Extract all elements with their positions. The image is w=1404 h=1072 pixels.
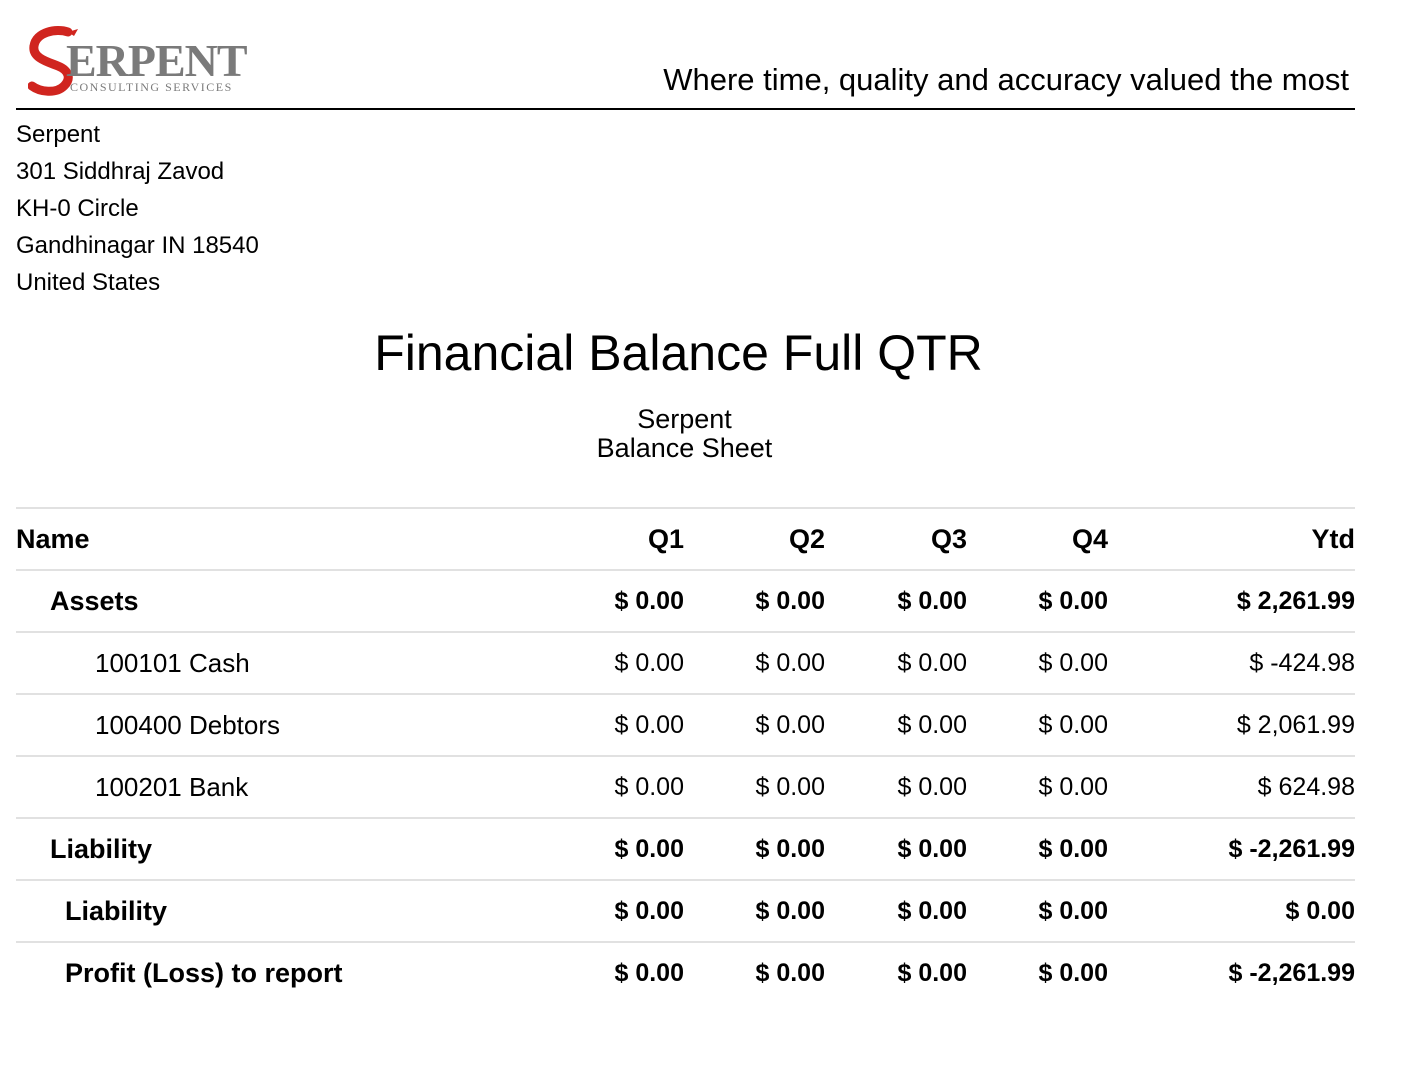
cell-q1: $ 0.00 (614, 896, 684, 925)
row-name: 100101 Cash (95, 647, 250, 678)
cell-q3: $ 0.00 (897, 710, 967, 739)
row-name: Assets (50, 585, 139, 616)
row-name: Liability (65, 895, 168, 926)
table-header-row: Name Q1 Q2 Q3 Q4 Ytd (16, 508, 1355, 570)
cell-q2: $ 0.00 (755, 586, 825, 615)
cell-ytd: $ 2,061.99 (1236, 710, 1355, 739)
cell-q4: $ 0.00 (1038, 710, 1108, 739)
address-line: Serpent (16, 121, 101, 148)
cell-q1: $ 0.00 (614, 772, 684, 801)
row-name: 100201 Bank (95, 771, 249, 802)
serpent-logo-icon: ERPENT CONSULTING SERVICES (28, 26, 248, 96)
cell-ytd: $ 0.00 (1285, 896, 1355, 925)
cell-q4: $ 0.00 (1038, 896, 1108, 925)
cell-q2: $ 0.00 (755, 896, 825, 925)
report-header: ERPENT CONSULTING SERVICES Where time, q… (16, 0, 1355, 110)
address-line: 301 Siddhraj Zavod (16, 158, 225, 185)
cell-q3: $ 0.00 (897, 772, 967, 801)
address-line: Gandhinagar IN 18540 (16, 232, 259, 259)
cell-q2: $ 0.00 (755, 834, 825, 863)
company-logo: ERPENT CONSULTING SERVICES (28, 26, 260, 96)
address-line: United States (16, 269, 161, 296)
cell-q1: $ 0.00 (614, 586, 684, 615)
cell-ytd: $ -424.98 (1249, 648, 1355, 677)
cell-q3: $ 0.00 (897, 959, 967, 987)
svg-text:ERPENT: ERPENT (66, 35, 247, 86)
column-header-q4: Q4 (1071, 523, 1108, 554)
cell-q2: $ 0.00 (755, 710, 825, 739)
cell-q3: $ 0.00 (897, 648, 967, 677)
table-row: Liability $ 0.00 $ 0.00 $ 0.00 $ 0.00 $ … (16, 818, 1355, 880)
company-address: Serpent 301 Siddhraj Zavod KH-0 Circle G… (16, 116, 1355, 301)
tagline: Where time, quality and accuracy valued … (663, 62, 1349, 97)
report-page: ERPENT CONSULTING SERVICES Where time, q… (16, 0, 1355, 988)
cell-ytd: $ 624.98 (1257, 772, 1355, 801)
cell-q4: $ 0.00 (1038, 586, 1108, 615)
cell-ytd: $ 2,261.99 (1236, 586, 1355, 615)
balance-sheet-table: Name Q1 Q2 Q3 Q4 Ytd Assets $ 0.00 $ 0.0… (16, 507, 1355, 1004)
report-company: Serpent (637, 404, 732, 434)
row-name: 100400 Debtors (95, 709, 281, 740)
table-row: 100201 Bank $ 0.00 $ 0.00 $ 0.00 $ 0.00 … (16, 756, 1355, 818)
cell-q2: $ 0.00 (755, 648, 825, 677)
table-row: 100400 Debtors $ 0.00 $ 0.00 $ 0.00 $ 0.… (16, 694, 1355, 756)
cell-q2: $ 0.00 (755, 959, 825, 987)
table-row: Assets $ 0.00 $ 0.00 $ 0.00 $ 0.00 $ 2,2… (16, 570, 1355, 632)
cell-q4: $ 0.00 (1038, 959, 1108, 987)
cell-q1: $ 0.00 (614, 834, 684, 863)
column-header-ytd: Ytd (1311, 523, 1356, 554)
column-header-q1: Q1 (647, 523, 684, 554)
table-row: Liability $ 0.00 $ 0.00 $ 0.00 $ 0.00 $ … (16, 880, 1355, 942)
cell-q1: $ 0.00 (614, 710, 684, 739)
address-line: KH-0 Circle (16, 195, 139, 222)
cell-ytd: $ -2,261.99 (1228, 959, 1356, 987)
cell-q1: $ 0.00 (614, 648, 684, 677)
row-name: Profit (Loss) to report (65, 958, 343, 988)
report-subtitle: Balance Sheet (596, 433, 773, 463)
svg-text:CONSULTING SERVICES: CONSULTING SERVICES (70, 80, 233, 94)
cell-q3: $ 0.00 (897, 586, 967, 615)
cell-ytd: $ -2,261.99 (1228, 834, 1356, 863)
table-row: Profit (Loss) to report $ 0.00 $ 0.00 $ … (16, 942, 1355, 1004)
table-row: 100101 Cash $ 0.00 $ 0.00 $ 0.00 $ 0.00 … (16, 632, 1355, 694)
row-name: Liability (50, 833, 153, 864)
column-header-q3: Q3 (930, 523, 967, 554)
column-header-q2: Q2 (788, 523, 825, 554)
cell-q2: $ 0.00 (755, 772, 825, 801)
cell-q4: $ 0.00 (1038, 834, 1108, 863)
cell-q4: $ 0.00 (1038, 648, 1108, 677)
cell-q4: $ 0.00 (1038, 772, 1108, 801)
cell-q1: $ 0.00 (614, 959, 684, 987)
cell-q3: $ 0.00 (897, 834, 967, 863)
report-title: Financial Balance Full QTR (374, 325, 983, 381)
column-header-name: Name (16, 523, 90, 554)
cell-q3: $ 0.00 (897, 896, 967, 925)
